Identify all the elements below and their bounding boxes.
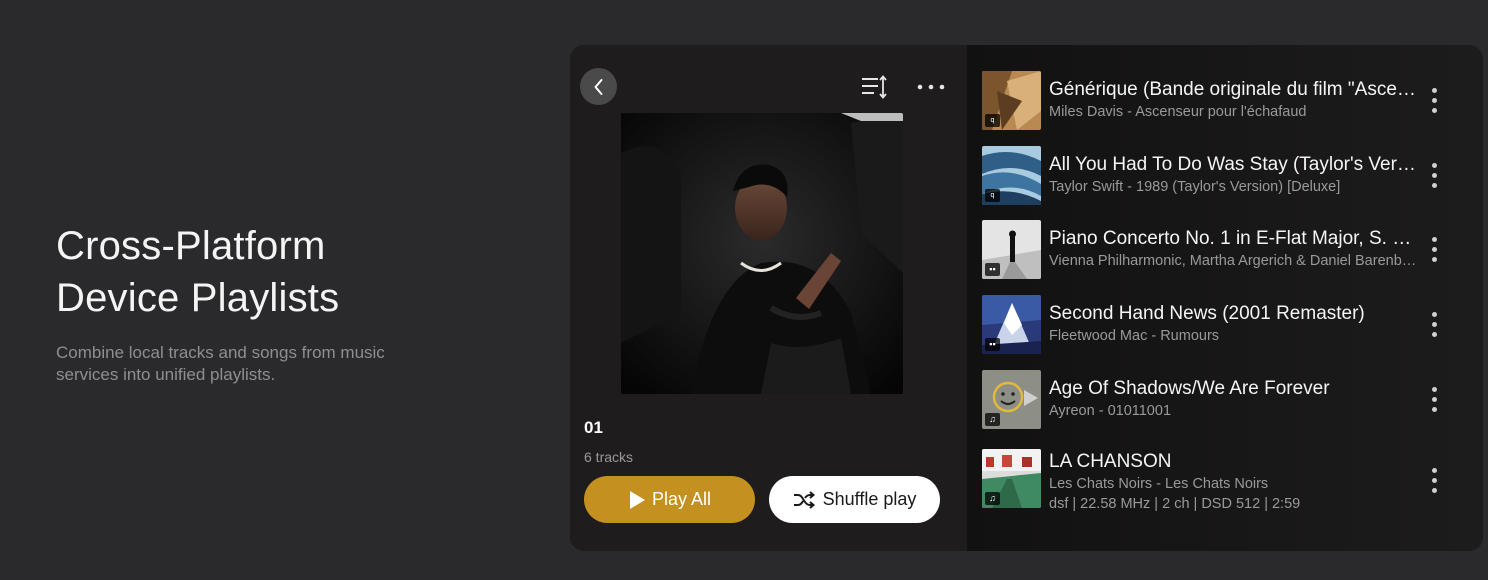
play-all-button[interactable]: Play All <box>584 476 755 523</box>
more-vertical-dot <box>1431 477 1437 483</box>
source-badge: ♫ <box>985 413 1000 426</box>
track-artwork: ▪▪ <box>982 295 1041 354</box>
more-vertical-icon <box>1431 386 1437 392</box>
more-vertical-icon <box>1431 87 1437 93</box>
more-vertical-icon <box>1431 162 1437 168</box>
track-subtitle: Ayreon - 01011001 <box>1049 403 1172 419</box>
track-more-button[interactable] <box>1424 160 1444 190</box>
track-row[interactable]: ▪▪ Piano Concerto No. 1 in E-Flat Major,… <box>982 220 1470 280</box>
more-vertical-dot <box>1431 97 1437 103</box>
track-title: LA CHANSON <box>1049 451 1172 472</box>
track-artwork: q <box>982 146 1041 205</box>
sort-icon <box>862 75 887 99</box>
more-horizontal-icon <box>917 84 945 90</box>
track-subtitle: Miles Davis - Ascenseur pour l'échafaud <box>1049 104 1307 120</box>
device-screen: 01 6 tracks Play All Shuffle play q Géné… <box>570 45 1483 551</box>
track-artwork: ▪▪ <box>982 220 1041 279</box>
track-subtitle: Fleetwood Mac - Rumours <box>1049 328 1220 344</box>
play-all-label: Play All <box>651 489 712 509</box>
hero-section: Cross-Platform Device Playlists Combine … <box>56 220 456 386</box>
more-vertical-icon <box>1431 236 1437 242</box>
track-row[interactable]: q Générique (Bande originale du film "As… <box>982 71 1470 131</box>
hero-description: Combine local tracks and songs from musi… <box>56 343 385 384</box>
sort-button[interactable] <box>860 73 890 101</box>
more-vertical-dot <box>1431 406 1437 412</box>
source-badge: ▪▪ <box>985 263 1000 276</box>
more-vertical-dot <box>1431 107 1437 113</box>
track-meta: Générique (Bande originale du film "Asce… <box>1049 71 1419 121</box>
more-options-button[interactable] <box>914 73 948 101</box>
track-title: Générique (Bande originale du film "Asce… <box>1049 79 1419 100</box>
more-vertical-dot <box>1431 246 1437 252</box>
more-vertical-dot <box>1431 182 1437 188</box>
track-subtitle: Vienna Philharmonic, Martha Argerich & D… <box>1049 253 1419 269</box>
track-title: Age Of Shadows/We Are Forever <box>1049 378 1330 399</box>
more-vertical-dot <box>1431 256 1437 262</box>
shuffle-play-button[interactable]: Shuffle play <box>769 476 940 523</box>
cover-image <box>621 113 903 394</box>
track-format-info: dsf | 22.58 MHz | 2 ch | DSD 512 | 2:59 <box>1049 496 1301 512</box>
track-list: q Générique (Bande originale du film "As… <box>967 45 1483 551</box>
more-vertical-icon <box>1431 467 1437 473</box>
track-subtitle: Taylor Swift - 1989 (Taylor's Version) [… <box>1049 179 1341 195</box>
back-button[interactable] <box>580 68 617 105</box>
track-meta: Piano Concerto No. 1 in E-Flat Major, S.… <box>1049 220 1419 270</box>
hero-title-line1: Cross-Platform <box>56 224 326 268</box>
source-badge: q <box>985 189 1000 202</box>
track-artwork: q <box>982 71 1041 130</box>
track-subtitle: Les Chats Noirs - Les Chats Noirs <box>1049 476 1269 492</box>
more-vertical-dot <box>1431 487 1437 493</box>
hero-title: Cross-Platform Device Playlists <box>56 220 456 324</box>
playlist-track-count: 6 tracks <box>584 449 634 465</box>
track-row[interactable]: q All You Had To Do Was Stay (Taylor's V… <box>982 146 1470 206</box>
source-badge: ♫ <box>985 492 1000 505</box>
source-badge: q <box>985 114 1000 127</box>
more-vertical-dot <box>1431 321 1437 327</box>
track-row[interactable]: ▪▪ Second Hand News (2001 Remaster) Flee… <box>982 295 1470 355</box>
more-vertical-dot <box>1431 396 1437 402</box>
track-more-button[interactable] <box>1424 465 1444 495</box>
track-artwork: ♫ <box>982 449 1041 508</box>
shuffle-icon <box>793 490 815 509</box>
track-more-button[interactable] <box>1424 234 1444 264</box>
track-meta: LA CHANSON Les Chats Noirs - Les Chats N… <box>1049 449 1419 514</box>
more-vertical-dot <box>1431 331 1437 337</box>
source-badge: ▪▪ <box>985 338 1000 351</box>
track-artwork: ♫ <box>982 370 1041 429</box>
track-meta: All You Had To Do Was Stay (Taylor's Ver… <box>1049 146 1419 196</box>
shuffle-play-label: Shuffle play <box>822 489 917 509</box>
track-title: Second Hand News (2001 Remaster) <box>1049 303 1365 324</box>
more-vertical-dot <box>1431 172 1437 178</box>
playlist-header-pane: 01 6 tracks Play All Shuffle play <box>570 45 967 551</box>
track-title: All You Had To Do Was Stay (Taylor's Ver… <box>1049 154 1419 175</box>
chevron-left-icon <box>594 78 602 95</box>
track-meta: Second Hand News (2001 Remaster) Fleetwo… <box>1049 295 1419 345</box>
more-vertical-icon <box>1431 311 1437 317</box>
track-more-button[interactable] <box>1424 384 1444 414</box>
track-row[interactable]: ♫ LA CHANSON Les Chats Noirs - Les Chats… <box>982 449 1470 519</box>
playlist-title: 01 <box>584 418 603 437</box>
track-more-button[interactable] <box>1424 85 1444 115</box>
track-title: Piano Concerto No. 1 in E-Flat Major, S.… <box>1049 228 1419 249</box>
play-icon <box>629 490 645 509</box>
track-row[interactable]: ♫ Age Of Shadows/We Are Forever Ayreon -… <box>982 370 1470 430</box>
playlist-cover-art <box>621 113 903 394</box>
hero-title-line2: Device Playlists <box>56 276 340 320</box>
track-more-button[interactable] <box>1424 309 1444 339</box>
track-meta: Age Of Shadows/We Are Forever Ayreon - 0… <box>1049 370 1419 420</box>
